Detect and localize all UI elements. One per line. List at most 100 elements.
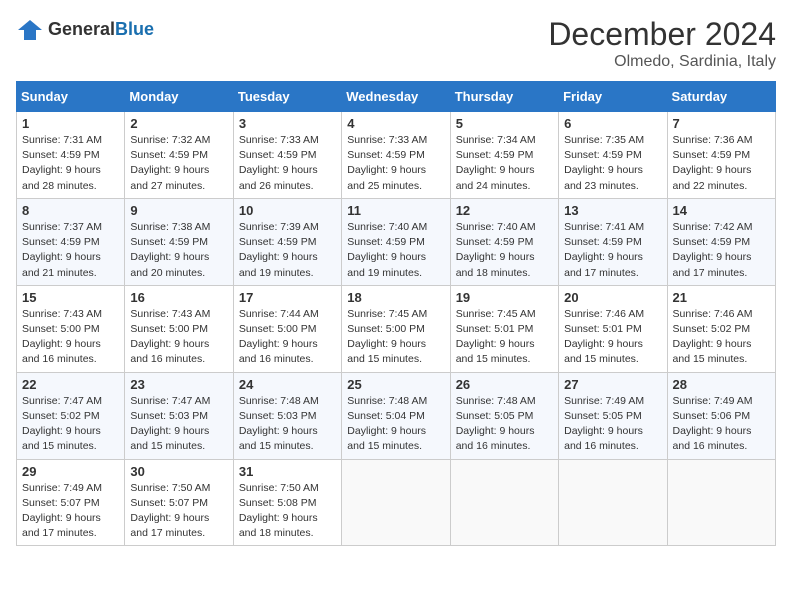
calendar-cell: 21 Sunrise: 7:46 AMSunset: 5:02 PMDayligh… <box>667 285 775 372</box>
logo-blue-text: Blue <box>115 19 154 39</box>
day-info: Sunrise: 7:50 AMSunset: 5:07 PMDaylight:… <box>130 481 227 542</box>
day-info: Sunrise: 7:46 AMSunset: 5:02 PMDaylight:… <box>673 307 770 368</box>
calendar-cell: 30 Sunrise: 7:50 AMSunset: 5:07 PMDayligh… <box>125 459 233 546</box>
calendar-cell: 9 Sunrise: 7:38 AMSunset: 4:59 PMDaylight… <box>125 198 233 285</box>
calendar-cell: 3 Sunrise: 7:33 AMSunset: 4:59 PMDaylight… <box>233 112 341 199</box>
calendar-cell: 7 Sunrise: 7:36 AMSunset: 4:59 PMDaylight… <box>667 112 775 199</box>
day-number: 31 <box>239 464 336 479</box>
logo: GeneralBlue <box>16 16 154 44</box>
calendar-cell: 18Sunrise: 7:45 AMSunset: 5:00 PMDayligh… <box>342 285 450 372</box>
calendar-cell: 28 Sunrise: 7:49 AMSunset: 5:06 PMDayligh… <box>667 372 775 459</box>
day-number: 5 <box>456 116 553 131</box>
day-info: Sunrise: 7:36 AMSunset: 4:59 PMDaylight:… <box>673 133 770 194</box>
day-info: Sunrise: 7:33 AMSunset: 4:59 PMDaylight:… <box>239 133 336 194</box>
day-number: 25 <box>347 377 444 392</box>
day-info: Sunrise: 7:46 AMSunset: 5:01 PMDaylight:… <box>564 307 661 368</box>
day-info: Sunrise: 7:47 AMSunset: 5:02 PMDaylight:… <box>22 394 119 455</box>
calendar-cell: 27 Sunrise: 7:49 AMSunset: 5:05 PMDayligh… <box>559 372 667 459</box>
day-info: Sunrise: 7:33 AMSunset: 4:59 PMDaylight:… <box>347 133 444 194</box>
calendar-cell <box>667 459 775 546</box>
day-info: Sunrise: 7:45 AMSunset: 5:00 PMDaylight:… <box>347 307 444 368</box>
day-info: Sunrise: 7:45 AMSunset: 5:01 PMDaylight:… <box>456 307 553 368</box>
calendar-cell: 16 Sunrise: 7:43 AMSunset: 5:00 PMDayligh… <box>125 285 233 372</box>
calendar-cell: 25 Sunrise: 7:48 AMSunset: 5:04 PMDayligh… <box>342 372 450 459</box>
calendar-cell: 19 Sunrise: 7:45 AMSunset: 5:01 PMDayligh… <box>450 285 558 372</box>
day-info: Sunrise: 7:39 AMSunset: 4:59 PMDaylight:… <box>239 220 336 281</box>
day-info: Sunrise: 7:44 AMSunset: 5:00 PMDaylight:… <box>239 307 336 368</box>
day-info: Sunrise: 7:48 AMSunset: 5:04 PMDaylight:… <box>347 394 444 455</box>
day-info: Sunrise: 7:49 AMSunset: 5:06 PMDaylight:… <box>673 394 770 455</box>
day-info: Sunrise: 7:50 AMSunset: 5:08 PMDaylight:… <box>239 481 336 542</box>
calendar-cell: 24 Sunrise: 7:48 AMSunset: 5:03 PMDayligh… <box>233 372 341 459</box>
day-number: 4 <box>347 116 444 131</box>
calendar-cell: 4 Sunrise: 7:33 AMSunset: 4:59 PMDaylight… <box>342 112 450 199</box>
calendar-cell: 5Sunrise: 7:34 AMSunset: 4:59 PMDaylight… <box>450 112 558 199</box>
calendar-cell: 29 Sunrise: 7:49 AMSunset: 5:07 PMDayligh… <box>17 459 125 546</box>
day-number: 3 <box>239 116 336 131</box>
day-info: Sunrise: 7:40 AMSunset: 4:59 PMDaylight:… <box>347 220 444 281</box>
day-number: 2 <box>130 116 227 131</box>
day-number: 24 <box>239 377 336 392</box>
day-info: Sunrise: 7:41 AMSunset: 4:59 PMDaylight:… <box>564 220 661 281</box>
day-number: 7 <box>673 116 770 131</box>
day-number: 8 <box>22 203 119 218</box>
calendar-cell: 1 Sunrise: 7:31 AMSunset: 4:59 PMDaylight… <box>17 112 125 199</box>
day-number: 20 <box>564 290 661 305</box>
day-info: Sunrise: 7:47 AMSunset: 5:03 PMDaylight:… <box>130 394 227 455</box>
calendar-cell: 12Sunrise: 7:40 AMSunset: 4:59 PMDayligh… <box>450 198 558 285</box>
day-info: Sunrise: 7:32 AMSunset: 4:59 PMDaylight:… <box>130 133 227 194</box>
day-info: Sunrise: 7:37 AMSunset: 4:59 PMDaylight:… <box>22 220 119 281</box>
day-info: Sunrise: 7:35 AMSunset: 4:59 PMDaylight:… <box>564 133 661 194</box>
weekday-header-sunday: Sunday <box>17 82 125 112</box>
weekday-header-saturday: Saturday <box>667 82 775 112</box>
day-number: 30 <box>130 464 227 479</box>
calendar-cell <box>559 459 667 546</box>
weekday-header-wednesday: Wednesday <box>342 82 450 112</box>
day-info: Sunrise: 7:48 AMSunset: 5:03 PMDaylight:… <box>239 394 336 455</box>
day-number: 22 <box>22 377 119 392</box>
logo-icon <box>16 16 44 44</box>
calendar-cell: 17Sunrise: 7:44 AMSunset: 5:00 PMDayligh… <box>233 285 341 372</box>
day-number: 10 <box>239 203 336 218</box>
calendar-cell: 20 Sunrise: 7:46 AMSunset: 5:01 PMDayligh… <box>559 285 667 372</box>
day-info: Sunrise: 7:42 AMSunset: 4:59 PMDaylight:… <box>673 220 770 281</box>
calendar-cell: 26 Sunrise: 7:48 AMSunset: 5:05 PMDayligh… <box>450 372 558 459</box>
day-number: 9 <box>130 203 227 218</box>
calendar-table: SundayMondayTuesdayWednesdayThursdayFrid… <box>16 81 776 546</box>
day-number: 14 <box>673 203 770 218</box>
calendar-cell: 23 Sunrise: 7:47 AMSunset: 5:03 PMDayligh… <box>125 372 233 459</box>
day-number: 16 <box>130 290 227 305</box>
day-number: 12 <box>456 203 553 218</box>
day-number: 26 <box>456 377 553 392</box>
day-number: 1 <box>22 116 119 131</box>
calendar-cell <box>342 459 450 546</box>
weekday-header-thursday: Thursday <box>450 82 558 112</box>
day-number: 27 <box>564 377 661 392</box>
day-info: Sunrise: 7:38 AMSunset: 4:59 PMDaylight:… <box>130 220 227 281</box>
day-info: Sunrise: 7:43 AMSunset: 5:00 PMDaylight:… <box>130 307 227 368</box>
calendar-cell: 31 Sunrise: 7:50 AMSunset: 5:08 PMDayligh… <box>233 459 341 546</box>
day-number: 13 <box>564 203 661 218</box>
day-info: Sunrise: 7:49 AMSunset: 5:05 PMDaylight:… <box>564 394 661 455</box>
day-number: 6 <box>564 116 661 131</box>
month-title: December 2024 <box>548 16 776 53</box>
day-number: 29 <box>22 464 119 479</box>
weekday-header-friday: Friday <box>559 82 667 112</box>
day-number: 21 <box>673 290 770 305</box>
calendar-cell: 14 Sunrise: 7:42 AMSunset: 4:59 PMDayligh… <box>667 198 775 285</box>
day-info: Sunrise: 7:31 AMSunset: 4:59 PMDaylight:… <box>22 133 119 194</box>
calendar-cell: 10 Sunrise: 7:39 AMSunset: 4:59 PMDayligh… <box>233 198 341 285</box>
calendar-cell: 6 Sunrise: 7:35 AMSunset: 4:59 PMDaylight… <box>559 112 667 199</box>
day-info: Sunrise: 7:49 AMSunset: 5:07 PMDaylight:… <box>22 481 119 542</box>
page-header: GeneralBlue December 2024 Olmedo, Sardin… <box>16 16 776 71</box>
day-number: 11 <box>347 203 444 218</box>
day-number: 19 <box>456 290 553 305</box>
day-info: Sunrise: 7:43 AMSunset: 5:00 PMDaylight:… <box>22 307 119 368</box>
logo-general-text: General <box>48 19 115 39</box>
calendar-cell: 8 Sunrise: 7:37 AMSunset: 4:59 PMDaylight… <box>17 198 125 285</box>
day-info: Sunrise: 7:48 AMSunset: 5:05 PMDaylight:… <box>456 394 553 455</box>
day-number: 28 <box>673 377 770 392</box>
day-number: 23 <box>130 377 227 392</box>
calendar-cell: 11 Sunrise: 7:40 AMSunset: 4:59 PMDayligh… <box>342 198 450 285</box>
weekday-header-tuesday: Tuesday <box>233 82 341 112</box>
